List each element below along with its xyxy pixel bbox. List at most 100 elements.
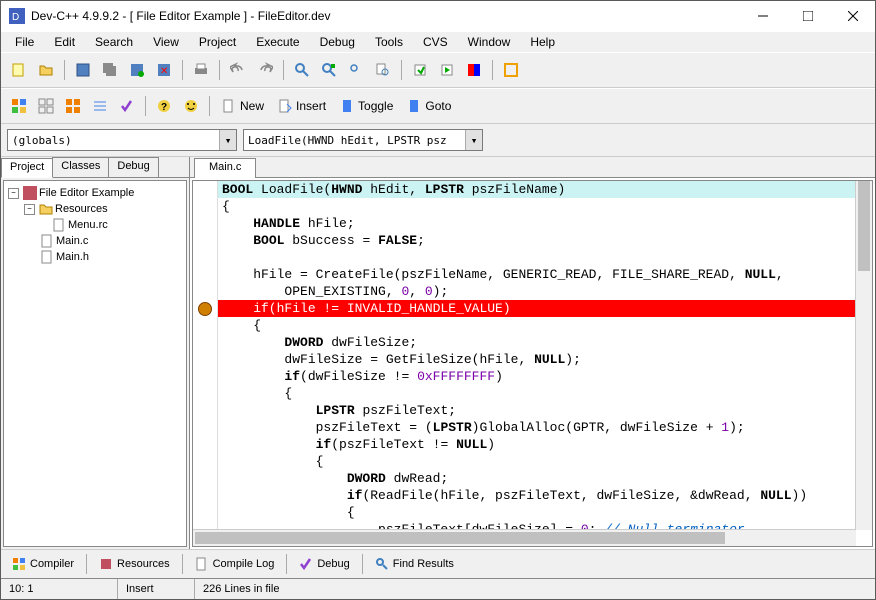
tree-item[interactable]: Main.c [8,233,182,249]
btab-compiler[interactable]: Compiler [5,554,81,574]
debug-icon[interactable] [499,58,523,82]
menubar: File Edit Search View Project Execute De… [1,32,875,52]
collapse-icon[interactable]: − [24,204,35,215]
editor-area: Main.c BOOL LoadFile(HWND hEdit, LPSTR p… [190,157,875,549]
resources-icon [99,557,113,571]
find-in-files-icon[interactable] [371,58,395,82]
project-icon [23,186,37,200]
open-icon[interactable] [34,58,58,82]
new-button[interactable]: New [216,94,269,118]
run-icon[interactable] [435,58,459,82]
btab-compile-log[interactable]: Compile Log [188,554,282,574]
btab-resources[interactable]: Resources [92,554,177,574]
btab-debug[interactable]: Debug [292,554,356,574]
file-icon [52,218,66,232]
new-project-icon[interactable] [7,58,31,82]
tab-classes[interactable]: Classes [52,157,109,177]
chevron-down-icon: ▾ [465,130,482,150]
tile-icon-1[interactable] [7,94,31,118]
svg-text:?: ? [161,102,167,113]
project-tree[interactable]: − File Editor Example − Resources Menu.r… [3,180,187,547]
window-title: Dev-C++ 4.9.9.2 - [ File Editor Example … [31,9,740,23]
code-editor[interactable]: BOOL LoadFile(HWND hEdit, LPSTR pszFileN… [192,180,873,547]
menu-view[interactable]: View [143,33,189,51]
breakpoint-icon[interactable] [198,302,212,316]
tab-project[interactable]: Project [1,158,53,178]
compiler-icon [12,557,26,571]
combo-row: (globals)▾ LoadFile(HWND hEdit, LPSTR ps… [1,124,875,157]
app-icon: D [9,8,25,24]
file-tab-main-c[interactable]: Main.c [194,158,256,178]
tile-icon-3[interactable] [61,94,85,118]
menu-help[interactable]: Help [520,33,565,51]
file-tabs: Main.c [190,157,875,178]
tab-debug[interactable]: Debug [108,157,158,177]
horizontal-scrollbar[interactable] [193,529,856,546]
check-icon[interactable] [115,94,139,118]
maximize-button[interactable] [785,1,830,31]
about-icon[interactable] [179,94,203,118]
chevron-down-icon: ▾ [219,130,236,150]
menu-edit[interactable]: Edit [44,33,85,51]
file-icon [40,234,54,248]
print-icon[interactable] [189,58,213,82]
toolbar-main: ✕ [1,52,875,88]
compile-icon[interactable] [408,58,432,82]
save-icon[interactable] [71,58,95,82]
close-button[interactable] [830,1,875,31]
folder-icon [39,202,53,216]
collapse-icon[interactable]: − [8,188,19,199]
tree-item[interactable]: Main.h [8,249,182,265]
tree-root[interactable]: − File Editor Example [8,185,182,201]
menu-execute[interactable]: Execute [246,33,309,51]
toolbar-secondary: ? New Insert Toggle Goto [1,88,875,124]
titlebar: D Dev-C++ 4.9.9.2 - [ File Editor Exampl… [1,1,875,32]
goto-button[interactable]: Goto [401,94,456,118]
menu-debug[interactable]: Debug [310,33,365,51]
menu-search[interactable]: Search [85,33,143,51]
tree-folder[interactable]: − Resources [8,201,182,217]
save-all-icon[interactable] [98,58,122,82]
btab-find-results[interactable]: Find Results [368,554,461,574]
replace-icon[interactable] [317,58,341,82]
redo-icon[interactable] [253,58,277,82]
function-combo[interactable]: LoadFile(HWND hEdit, LPSTR psz▾ [243,129,483,151]
file-icon [40,250,54,264]
tree-item[interactable]: Menu.rc [8,217,182,233]
menu-tools[interactable]: Tools [365,33,413,51]
help-icon[interactable]: ? [152,94,176,118]
bookmark-icon [339,98,355,114]
sidebar: Project Classes Debug − File Editor Exam… [1,157,190,549]
minimize-button[interactable] [740,1,785,31]
gutter[interactable] [193,181,218,546]
toggle-button[interactable]: Toggle [334,94,398,118]
sidebar-tabs: Project Classes Debug [1,157,189,178]
goto-icon [406,98,422,114]
insert-button[interactable]: Insert [272,94,331,118]
insert-icon [277,98,293,114]
menu-window[interactable]: Window [458,33,521,51]
compile-run-icon[interactable] [462,58,486,82]
status-mode: Insert [118,579,195,599]
menu-cvs[interactable]: CVS [413,33,458,51]
find-icon[interactable] [290,58,314,82]
scope-combo[interactable]: (globals)▾ [7,129,237,151]
find-results-icon [375,557,389,571]
log-icon [195,557,209,571]
vertical-scrollbar[interactable] [855,181,872,530]
list-icon[interactable] [88,94,112,118]
status-bar: 10: 1 Insert 226 Lines in file [1,578,875,599]
menu-project[interactable]: Project [189,33,246,51]
svg-text:D: D [12,12,19,23]
save-as-icon[interactable] [125,58,149,82]
status-position: 10: 1 [1,579,118,599]
new-doc-icon [221,98,237,114]
bottom-tabs: Compiler Resources Compile Log Debug Fin… [1,549,875,578]
status-info: 226 Lines in file [195,579,875,599]
find-next-icon[interactable] [344,58,368,82]
menu-file[interactable]: File [5,33,44,51]
close-file-icon[interactable]: ✕ [152,58,176,82]
svg-text:✕: ✕ [160,66,168,77]
tile-icon-2[interactable] [34,94,58,118]
undo-icon[interactable] [226,58,250,82]
